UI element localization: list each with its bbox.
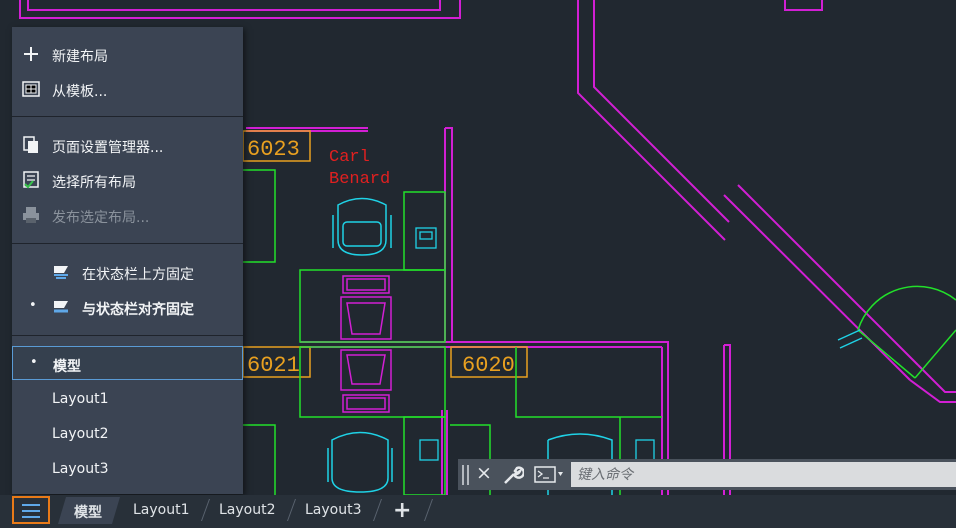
checked-bullet: • xyxy=(30,355,38,370)
close-icon[interactable]: × xyxy=(476,462,492,484)
model-label: 模型 xyxy=(53,359,81,375)
publish-icon xyxy=(23,207,39,223)
command-prompt-icon[interactable] xyxy=(534,466,568,484)
from-template-label: 从模板... xyxy=(52,84,108,100)
menu-item-new-layout[interactable]: 新建布局 xyxy=(12,37,243,71)
template-icon xyxy=(22,81,40,97)
tab-model[interactable]: 模型 xyxy=(74,502,102,521)
tab-layout2[interactable]: Layout2 xyxy=(219,502,276,520)
page-setup-icon xyxy=(23,136,38,153)
select-all-layouts-label: 选择所有布局 xyxy=(52,175,136,191)
checked-bullet: • xyxy=(29,298,37,313)
menu-item-page-setup-manager[interactable]: 页面设置管理器... xyxy=(12,128,243,162)
room-number-6021: 6021 xyxy=(247,353,300,378)
menu-item-layout1[interactable]: Layout1 xyxy=(12,382,243,416)
dock-above-status-bar-label: 在状态栏上方固定 xyxy=(82,267,194,283)
layout-popup-menu: 新建布局 从模板... 页面设置管理器... 选择所有布局 发布选定布局... … xyxy=(12,27,243,494)
menu-item-layout2[interactable]: Layout2 xyxy=(12,417,243,451)
new-layout-label: 新建布局 xyxy=(52,49,108,65)
plus-icon xyxy=(24,47,38,61)
menu-item-model[interactable]: • 模型 xyxy=(12,346,243,380)
menu-item-publish-selected-layouts[interactable]: 发布选定布局... xyxy=(12,198,243,232)
dock-inline-icon xyxy=(54,301,68,313)
menu-item-layout3[interactable]: Layout3 xyxy=(12,452,243,486)
room-number-6023: 6023 xyxy=(247,137,300,162)
dock-inline-status-bar-label: 与状态栏对齐固定 xyxy=(82,302,194,318)
hamburger-icon-line xyxy=(22,516,40,518)
select-layouts-icon xyxy=(23,171,39,189)
add-layout-button[interactable]: + xyxy=(393,498,411,523)
layout1-label: Layout1 xyxy=(52,391,109,407)
menu-separator xyxy=(12,335,243,336)
page-setup-manager-label: 页面设置管理器... xyxy=(52,140,164,156)
dock-above-icon xyxy=(54,266,68,279)
drag-handle-icon[interactable] xyxy=(461,464,471,486)
occupant-last-name: Benard xyxy=(329,170,390,189)
menu-item-from-template[interactable]: 从模板... xyxy=(12,72,243,106)
menu-item-dock-inline-status-bar[interactable]: • 与状态栏对齐固定 xyxy=(12,290,243,324)
publish-selected-layouts-label: 发布选定布局... xyxy=(52,210,150,226)
tab-layout3[interactable]: Layout3 xyxy=(305,502,362,520)
layout2-label: Layout2 xyxy=(52,426,109,442)
command-input[interactable] xyxy=(571,462,956,487)
menu-separator xyxy=(12,243,243,244)
menu-item-select-all-layouts[interactable]: 选择所有布局 xyxy=(12,163,243,197)
wrench-icon[interactable] xyxy=(502,464,524,486)
room-number-6020: 6020 xyxy=(462,353,515,378)
layout-menu-button[interactable] xyxy=(12,496,50,524)
menu-separator xyxy=(12,116,243,117)
occupant-first-name: Carl xyxy=(329,148,370,167)
hamburger-icon xyxy=(22,504,40,506)
tab-layout1[interactable]: Layout1 xyxy=(133,502,190,520)
menu-item-dock-above-status-bar[interactable]: 在状态栏上方固定 xyxy=(12,255,243,289)
layout3-label: Layout3 xyxy=(52,461,109,477)
hamburger-icon-line xyxy=(22,510,40,512)
